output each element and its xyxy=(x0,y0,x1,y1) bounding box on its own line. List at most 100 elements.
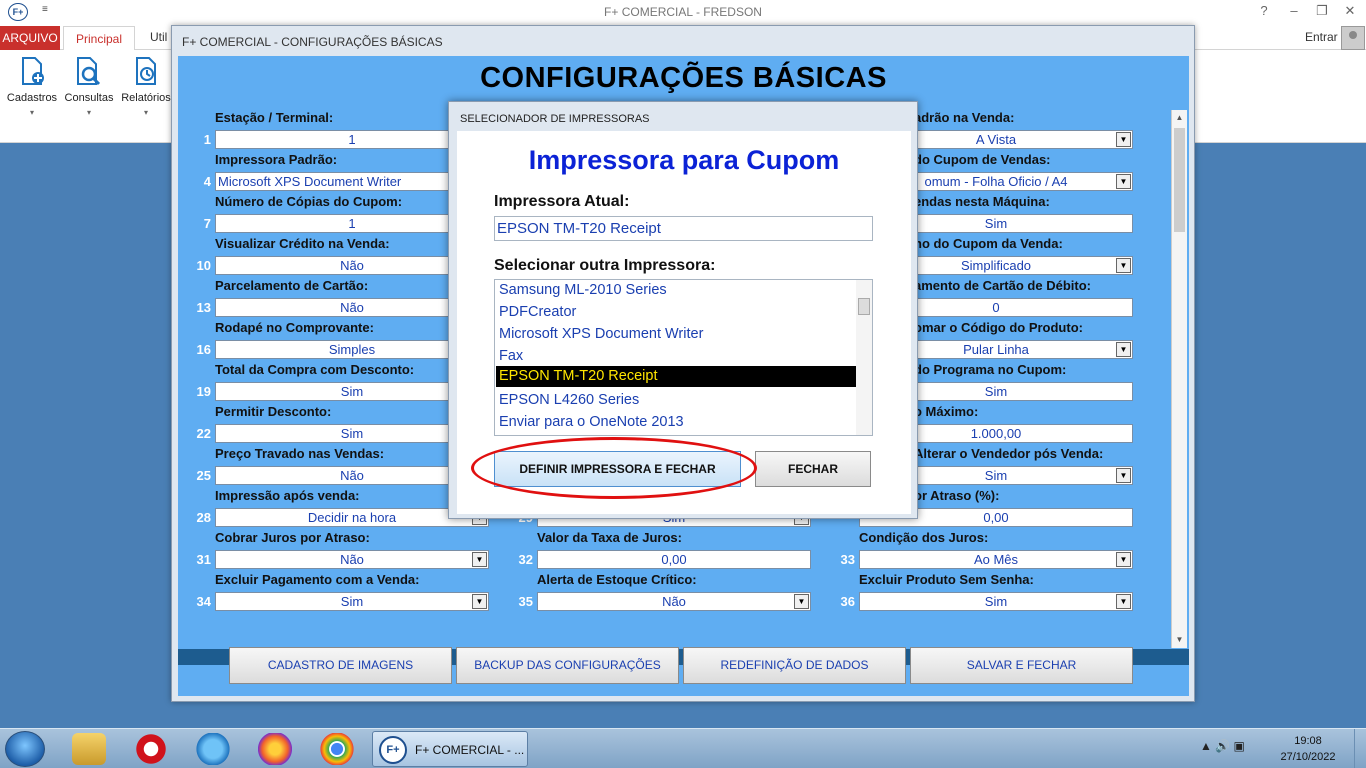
field-label: Alterar o Vendedor pós Venda: xyxy=(914,446,1104,461)
show-desktop-button[interactable] xyxy=(1354,729,1366,768)
printer-list-scrollbar[interactable] xyxy=(856,280,872,435)
field-taxa-juros: Valor da Taxa de Juros: 32 0,00 xyxy=(500,530,811,572)
field-value: Sim xyxy=(984,594,1008,609)
printer-list-item[interactable]: PDFCreator xyxy=(496,302,856,323)
dropdown-arrow-icon[interactable]: ▼ xyxy=(1116,342,1131,357)
field-label: do Programa no Cupom: xyxy=(914,362,1067,377)
taskbar-fcomercial[interactable]: F+ F+ COMERCIAL - ... xyxy=(372,731,528,767)
dropdown-arrow-icon[interactable]: ▼ xyxy=(1116,258,1131,273)
restore-icon[interactable]: ❐ xyxy=(1308,3,1336,19)
field-select[interactable]: Ao Mês ▼ xyxy=(859,550,1133,569)
taskbar-clock[interactable]: 19:08 27/10/2022 xyxy=(1280,733,1336,765)
field-label: Preço Travado nas Vendas: xyxy=(215,446,385,461)
backup-configuracoes-button[interactable]: BACKUP DAS CONFIGURAÇÕES xyxy=(456,647,679,684)
field-number: 25 xyxy=(196,468,211,483)
field-excluir-pagamento: Excluir Pagamento com a Venda: 34 Sim ▼ xyxy=(178,572,489,614)
salvar-fechar-button[interactable]: SALVAR E FECHAR xyxy=(910,647,1133,684)
relatorios-button[interactable]: Relatórios ▾ xyxy=(118,56,174,136)
help-icon[interactable]: ? xyxy=(1250,3,1278,18)
field-number: 1 xyxy=(203,132,211,147)
tab-principal[interactable]: Principal xyxy=(63,26,135,51)
field-rodape: Rodapé no Comprovante: 16 Simples xyxy=(178,320,489,362)
field-label: do Cupom de Vendas: xyxy=(914,152,1051,167)
printer-list-item[interactable]: Fax xyxy=(496,346,856,367)
field-select[interactable]: Não ▼ xyxy=(537,592,811,611)
field-impressora-padrao: Impressora Padrão: 4 Microsoft XPS Docum… xyxy=(178,152,489,194)
field-value: Não xyxy=(662,594,686,609)
field-label: Excluir Produto Sem Senha: xyxy=(859,572,1034,587)
current-printer-field[interactable]: EPSON TM-T20 Receipt xyxy=(494,216,873,241)
scroll-up-icon[interactable]: ▲ xyxy=(1172,110,1187,126)
entrar-link[interactable]: Entrar xyxy=(1305,30,1338,44)
dropdown-arrow-icon[interactable]: ▼ xyxy=(794,594,809,609)
field-select[interactable]: Sim ▼ xyxy=(859,592,1133,611)
file-explorer-icon[interactable] xyxy=(72,733,106,765)
printer-list-item[interactable]: Samsung ML-2010 Series xyxy=(496,280,856,301)
dropdown-arrow-icon[interactable]: ▼ xyxy=(1116,132,1131,147)
config-window-title: F+ COMERCIAL - CONFIGURAÇÕES BÁSICAS xyxy=(182,35,443,49)
field-parcelamento: Parcelamento de Cartão: 13 Não xyxy=(178,278,489,320)
field-number: 7 xyxy=(203,216,211,231)
field-cobrar-juros: Cobrar Juros por Atraso: 31 Não ▼ xyxy=(178,530,489,572)
user-avatar[interactable] xyxy=(1341,26,1365,50)
tab-util[interactable]: Util xyxy=(150,30,167,44)
scroll-thumb[interactable] xyxy=(858,298,870,315)
field-label: Impressão após venda: xyxy=(215,488,360,503)
fechar-button[interactable]: FECHAR xyxy=(755,451,871,487)
config-scrollbar[interactable]: ▲ ▼ xyxy=(1171,110,1187,648)
minimize-icon[interactable]: – xyxy=(1280,3,1308,18)
start-button[interactable] xyxy=(5,731,45,767)
field-value: Sim xyxy=(984,468,1008,483)
firefox-icon[interactable] xyxy=(258,733,292,765)
fcomercial-icon: F+ xyxy=(379,736,407,764)
relatorios-label: Relatórios xyxy=(121,92,171,104)
dropdown-arrow-icon[interactable]: ▼ xyxy=(1116,552,1131,567)
field-number: 19 xyxy=(196,384,211,399)
dropdown-arrow-icon[interactable]: ▼ xyxy=(1116,174,1131,189)
printer-list[interactable]: Samsung ML-2010 Series PDFCreator Micros… xyxy=(494,279,873,436)
field-label: endas nesta Máquina: xyxy=(914,194,1050,209)
chevron-down-icon: ▾ xyxy=(29,108,34,117)
document-search-icon xyxy=(75,56,103,86)
field-value: Ao Mês xyxy=(973,552,1019,567)
dropdown-arrow-icon[interactable]: ▼ xyxy=(1116,468,1131,483)
field-label: Cobrar Juros por Atraso: xyxy=(215,530,370,545)
field-impressao-apos-venda: Impressão após venda: 28 Decidir na hora… xyxy=(178,488,489,530)
app-title: F+ COMERCIAL - FREDSON xyxy=(604,5,762,19)
field-value: Simplificado xyxy=(960,258,1032,273)
dialog-heading: Impressora para Cupom xyxy=(528,145,840,175)
scroll-down-icon[interactable]: ▼ xyxy=(1172,632,1187,648)
printer-list-item[interactable]: Enviar para o OneNote 2013 xyxy=(496,412,856,433)
printer-list-item[interactable]: EPSON L4260 Series xyxy=(496,390,856,411)
dropdown-arrow-icon[interactable]: ▼ xyxy=(472,594,487,609)
close-icon[interactable]: ✕ xyxy=(1336,3,1364,19)
field-label: Alerta de Estoque Crítico: xyxy=(537,572,697,587)
printer-list-item[interactable]: Microsoft XPS Document Writer xyxy=(496,324,856,345)
field-label: omar o Código do Produto: xyxy=(914,320,1083,335)
chrome-icon[interactable] xyxy=(320,733,354,765)
scroll-thumb[interactable] xyxy=(1174,128,1185,232)
consultas-button[interactable]: Consultas ▾ xyxy=(61,56,117,136)
cadastro-imagens-button[interactable]: CADASTRO DE IMAGENS xyxy=(229,647,452,684)
field-value: Pular Linha xyxy=(963,342,1029,357)
field-input[interactable]: 0,00 xyxy=(537,550,811,569)
field-select[interactable]: Sim ▼ xyxy=(215,592,489,611)
current-printer-label: Impressora Atual: xyxy=(494,193,630,210)
system-tray-icons[interactable]: ▲ 🔊 ▣ xyxy=(1200,739,1245,753)
internet-explorer-icon[interactable] xyxy=(196,733,230,765)
dropdown-arrow-icon[interactable]: ▼ xyxy=(472,552,487,567)
printer-list-item-selected[interactable]: EPSON TM-T20 Receipt xyxy=(496,366,856,387)
definir-impressora-button[interactable]: DEFINIR IMPRESSORA E FECHAR xyxy=(494,451,741,487)
dropdown-arrow-icon[interactable]: ▼ xyxy=(1116,594,1131,609)
opera-icon[interactable] xyxy=(134,733,168,765)
field-label: Estação / Terminal: xyxy=(215,110,334,125)
field-label: o Máximo: xyxy=(914,404,979,419)
redefinicao-dados-button[interactable]: REDEFINIÇÃO DE DADOS xyxy=(683,647,906,684)
chevron-down-icon: ▾ xyxy=(143,108,148,117)
tab-arquivo[interactable]: ARQUIVO xyxy=(0,26,60,50)
field-label: Excluir Pagamento com a Venda: xyxy=(215,572,420,587)
field-select[interactable]: Não ▼ xyxy=(215,550,489,569)
field-label: Rodapé no Comprovante: xyxy=(215,320,374,335)
cadastros-button[interactable]: Cadastros ▾ xyxy=(4,56,60,136)
field-number: 32 xyxy=(518,552,533,567)
